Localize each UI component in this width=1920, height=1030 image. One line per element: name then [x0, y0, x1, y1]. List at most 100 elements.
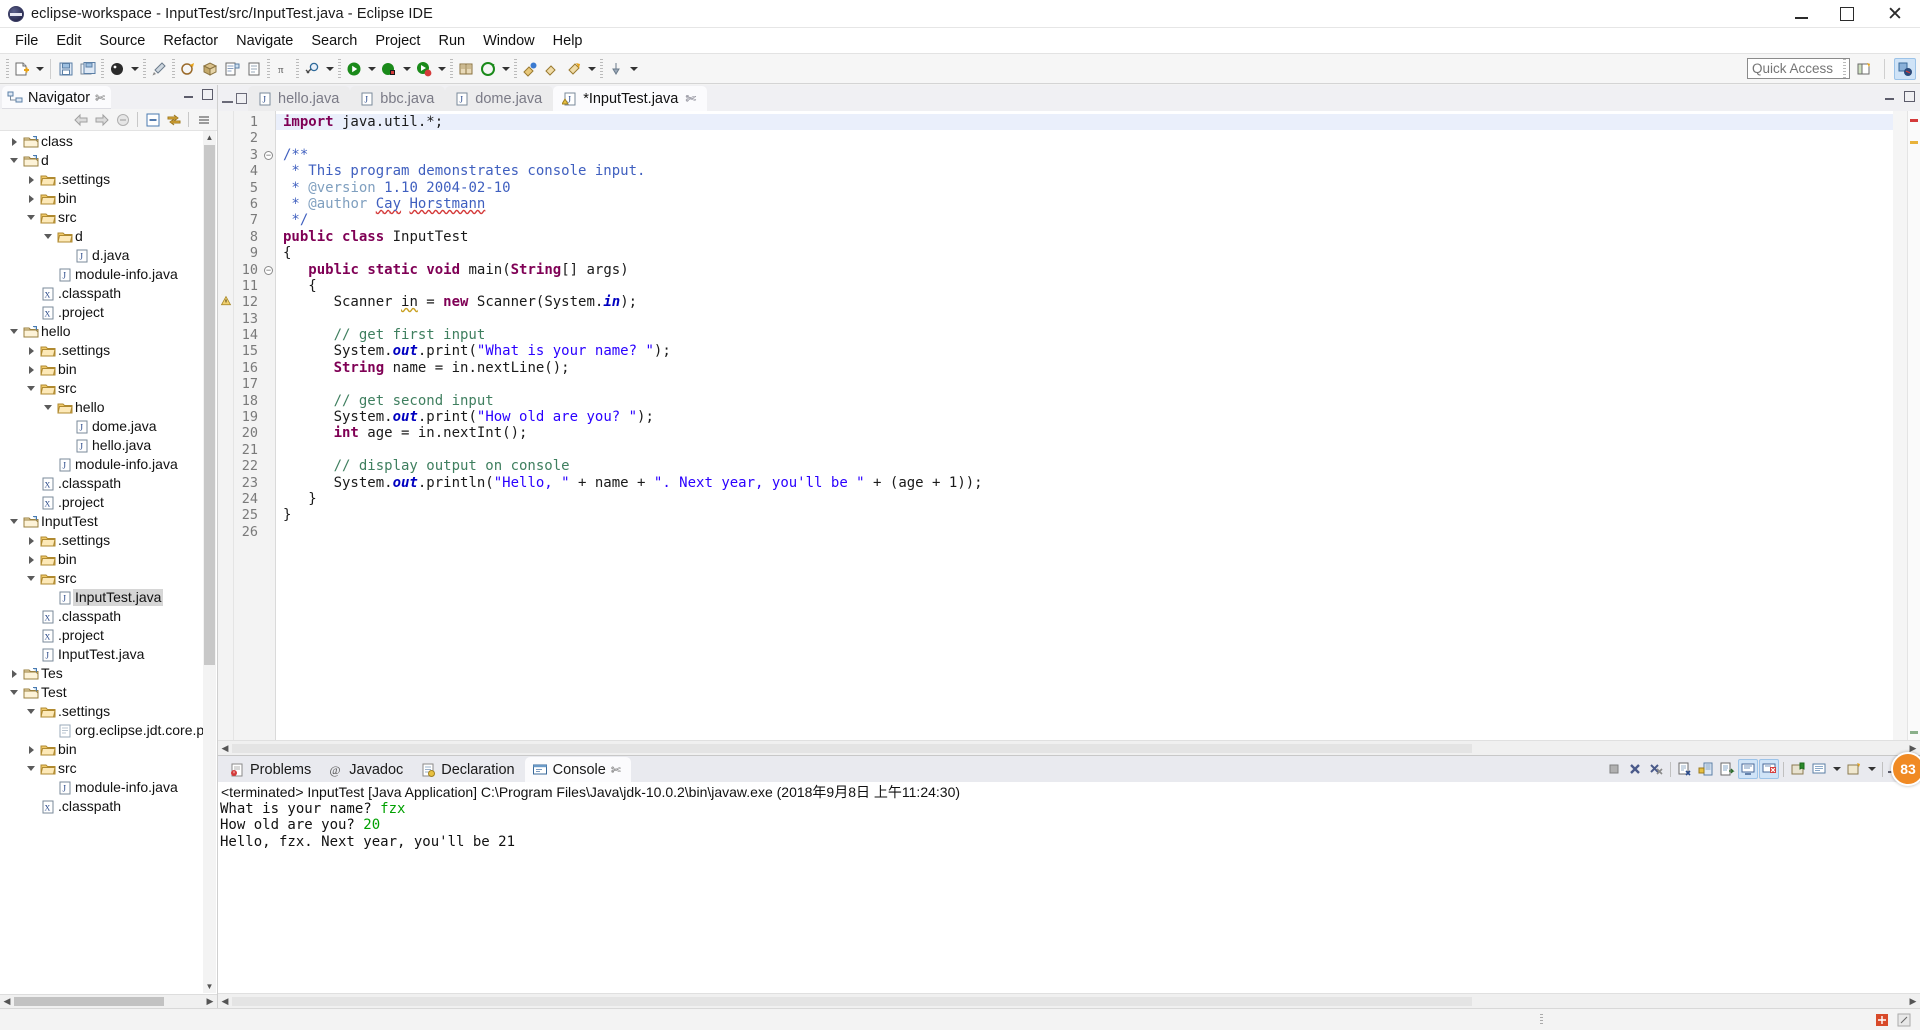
- tree-item[interactable]: .settings: [0, 531, 217, 550]
- home-icon[interactable]: [113, 110, 132, 129]
- back-icon[interactable]: [71, 110, 90, 129]
- java-perspective-icon[interactable]: [1894, 58, 1916, 80]
- restore-icon[interactable]: [222, 93, 233, 104]
- new-class-icon[interactable]: [221, 58, 243, 80]
- show-console-on-error-icon[interactable]: [1759, 759, 1779, 779]
- tree-twisty[interactable]: [23, 189, 39, 208]
- maximize-button[interactable]: [1824, 0, 1870, 28]
- debug-run-dropdown[interactable]: [400, 58, 413, 80]
- menu-help[interactable]: Help: [544, 31, 592, 51]
- console-tab[interactable]: Console ✄: [524, 757, 631, 782]
- tree-twisty[interactable]: [6, 132, 22, 151]
- menu-navigate[interactable]: Navigate: [227, 31, 302, 51]
- tree-item[interactable]: bin: [0, 740, 217, 759]
- display-console-dropdown[interactable]: [1830, 758, 1843, 780]
- fold-toggle[interactable]: −: [262, 262, 275, 278]
- save-all-icon[interactable]: [77, 58, 99, 80]
- debug-dropdown[interactable]: [128, 58, 141, 80]
- pin-console-icon[interactable]: [1788, 759, 1808, 779]
- debug-icon[interactable]: [378, 58, 400, 80]
- editor-code[interactable]: import java.util.*; /** * This program d…: [276, 111, 1893, 740]
- editor-tab[interactable]: Jhello.java: [248, 86, 351, 111]
- new-package-icon[interactable]: [199, 58, 221, 80]
- coverage-dropdown[interactable]: [435, 58, 448, 80]
- search-icon[interactable]: [301, 58, 323, 80]
- pin-dropdown[interactable]: [627, 58, 640, 80]
- tree-item[interactable]: bin: [0, 550, 217, 569]
- scroll-left-icon[interactable]: ◀: [218, 996, 232, 1007]
- console-horizontal-scrollbar[interactable]: ◀ ▶: [218, 993, 1920, 1008]
- navigator-tree[interactable]: class d .settings bin src d Jd.java Jmodule-inf…: [0, 131, 217, 994]
- navigator-tab[interactable]: Navigator ✄: [2, 86, 112, 109]
- tree-item[interactable]: src: [0, 759, 217, 778]
- tree-twisty[interactable]: [23, 170, 39, 189]
- tree-item[interactable]: .settings: [0, 702, 217, 721]
- editor-tab[interactable]: Jbbc.java: [350, 86, 446, 111]
- editor-overview-ruler[interactable]: [1907, 111, 1920, 740]
- scroll-left-icon[interactable]: ◀: [0, 996, 14, 1007]
- maximize-icon[interactable]: [1904, 91, 1915, 102]
- open-type-icon[interactable]: [455, 58, 477, 80]
- scroll-left-icon[interactable]: ◀: [218, 743, 232, 754]
- tree-item[interactable]: Jhello.java: [0, 436, 217, 455]
- console-tab[interactable]: @ Javadoc: [321, 757, 413, 782]
- maximize-icon[interactable]: [202, 89, 213, 100]
- tree-twisty[interactable]: [6, 664, 22, 683]
- tree-item[interactable]: X .classpath: [0, 474, 217, 493]
- remove-launch-icon[interactable]: [1625, 759, 1645, 779]
- tree-item[interactable]: J InputTest.java: [0, 645, 217, 664]
- editor-horizontal-scrollbar[interactable]: ◀ ▶: [218, 740, 1920, 755]
- scroll-lock-icon[interactable]: [1696, 759, 1716, 779]
- tree-twisty[interactable]: [6, 512, 22, 531]
- show-console-on-output-icon[interactable]: [1738, 759, 1758, 779]
- external-tools-icon[interactable]: [148, 58, 170, 80]
- word-wrap-icon[interactable]: [1717, 759, 1737, 779]
- tree-twisty[interactable]: [23, 740, 39, 759]
- navigator-horizontal-scrollbar[interactable]: ◀ ▶: [0, 994, 217, 1008]
- tree-twisty[interactable]: [23, 360, 39, 379]
- run-icon[interactable]: [343, 58, 365, 80]
- save-icon[interactable]: [55, 58, 77, 80]
- tree-item[interactable]: X .classpath: [0, 797, 217, 816]
- tree-item[interactable]: J InputTest.java: [0, 588, 217, 607]
- new-wizard-dropdown[interactable]: [33, 58, 46, 80]
- console-tab[interactable]: Problems: [222, 757, 321, 782]
- search-dropdown[interactable]: [323, 58, 336, 80]
- display-selected-console-icon[interactable]: [1809, 759, 1829, 779]
- toolbar-drag-handle[interactable]: [6, 58, 9, 79]
- tree-twisty[interactable]: [23, 702, 39, 721]
- new-java-project-icon[interactable]: [177, 58, 199, 80]
- close-button[interactable]: ✕: [1870, 0, 1920, 28]
- back-icon[interactable]: [541, 58, 563, 80]
- next-annotation-dropdown[interactable]: [499, 58, 512, 80]
- tree-item[interactable]: Test: [0, 683, 217, 702]
- menu-project[interactable]: Project: [366, 31, 429, 51]
- maximize-icon[interactable]: [236, 92, 247, 104]
- tree-item[interactable]: d: [0, 151, 217, 170]
- menu-source[interactable]: Source: [90, 31, 154, 51]
- editor-tab[interactable]: Jdome.java: [445, 86, 554, 111]
- minimize-icon[interactable]: [1884, 91, 1895, 102]
- tree-item[interactable]: X .project: [0, 493, 217, 512]
- tree-twisty[interactable]: [23, 531, 39, 550]
- tree-item[interactable]: .settings: [0, 170, 217, 189]
- tree-item[interactable]: InputTest: [0, 512, 217, 531]
- clear-console-icon[interactable]: [1675, 759, 1695, 779]
- tree-twisty[interactable]: [6, 322, 22, 341]
- scroll-right-icon[interactable]: ▶: [1906, 996, 1920, 1007]
- tree-twisty[interactable]: [23, 550, 39, 569]
- fold-toggle[interactable]: −: [262, 147, 275, 163]
- collapse-all-icon[interactable]: [143, 110, 162, 129]
- view-menu-icon[interactable]: [194, 110, 213, 129]
- tree-item[interactable]: src: [0, 569, 217, 588]
- forward-icon[interactable]: [92, 110, 111, 129]
- link-with-editor-icon[interactable]: [164, 110, 183, 129]
- tree-item[interactable]: Jmodule-info.java: [0, 265, 217, 284]
- coverage-icon[interactable]: [413, 58, 435, 80]
- tree-item[interactable]: .settings: [0, 341, 217, 360]
- tree-item[interactable]: X .project: [0, 626, 217, 645]
- scroll-down-icon[interactable]: ▼: [203, 980, 216, 993]
- notification-badge[interactable]: 83: [1891, 752, 1920, 786]
- next-annotation-icon[interactable]: [477, 58, 499, 80]
- tree-item[interactable]: X .project: [0, 303, 217, 322]
